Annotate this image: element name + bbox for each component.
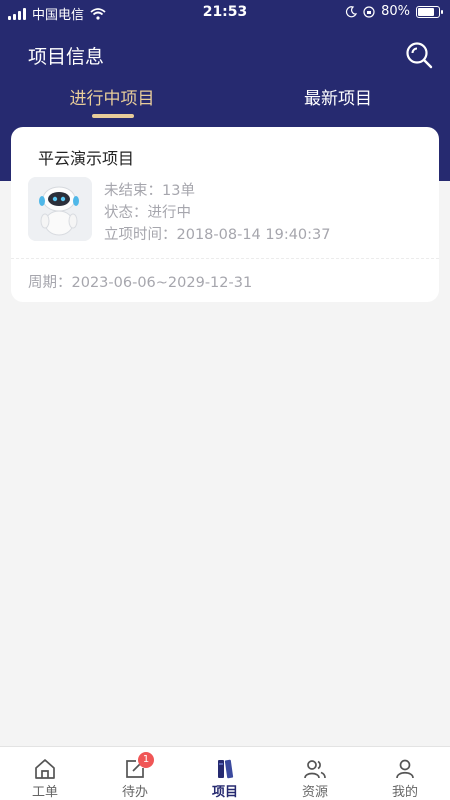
card-divider (11, 258, 439, 259)
unfinished-orders: 未结束：13单 (104, 183, 195, 199)
users-icon (304, 760, 326, 779)
bottom-tab-bar: 工单 1 待办 项目 资源 我的 (0, 746, 450, 800)
home-icon (35, 759, 55, 779)
books-icon (218, 759, 234, 779)
project-name: 平云演示项目 (38, 149, 135, 168)
tabbar-label: 项目 (211, 785, 238, 800)
project-period: 周期：2023-06-06~2029-12-31 (28, 275, 253, 291)
active-tab-indicator (92, 114, 134, 118)
tabbar-item-work-orders[interactable]: 工单 (0, 747, 90, 800)
search-icon[interactable] (404, 40, 434, 70)
tabbar-label: 资源 (301, 785, 328, 800)
robot-thumbnail (28, 177, 92, 241)
tabbar-item-mine[interactable]: 我的 (360, 747, 450, 800)
battery-percent: 80% (381, 4, 410, 19)
project-created-time: 立项时间：2018-08-14 19:40:37 (104, 227, 331, 243)
tabbar-item-projects[interactable]: 项目 (180, 747, 270, 800)
tabbar-label: 我的 (391, 785, 418, 800)
user-icon (396, 759, 414, 779)
project-tabs: 进行中项目 最新项目 (0, 84, 450, 124)
status-bar: 中国电信 21:53 80% (0, 0, 450, 24)
orientation-lock-icon (363, 5, 375, 18)
todo-badge: 1 (138, 752, 154, 768)
tab-latest-projects[interactable]: 最新项目 (268, 84, 408, 109)
page-title: 项目信息 (28, 46, 105, 68)
tabbar-label: 工单 (31, 785, 58, 800)
project-status: 状态：进行中 (104, 205, 191, 221)
tabbar-label: 待办 (121, 785, 148, 800)
tabbar-item-resources[interactable]: 资源 (270, 747, 360, 800)
moon-icon (346, 5, 358, 17)
project-card[interactable]: 平云演示项目 未结束：13单 状态：进行中 立项时间：2018-08-14 19… (11, 127, 439, 302)
battery-icon (416, 5, 443, 18)
tabbar-item-todo[interactable]: 1 待办 (90, 747, 180, 800)
tab-ongoing-projects[interactable]: 进行中项目 (42, 84, 182, 109)
